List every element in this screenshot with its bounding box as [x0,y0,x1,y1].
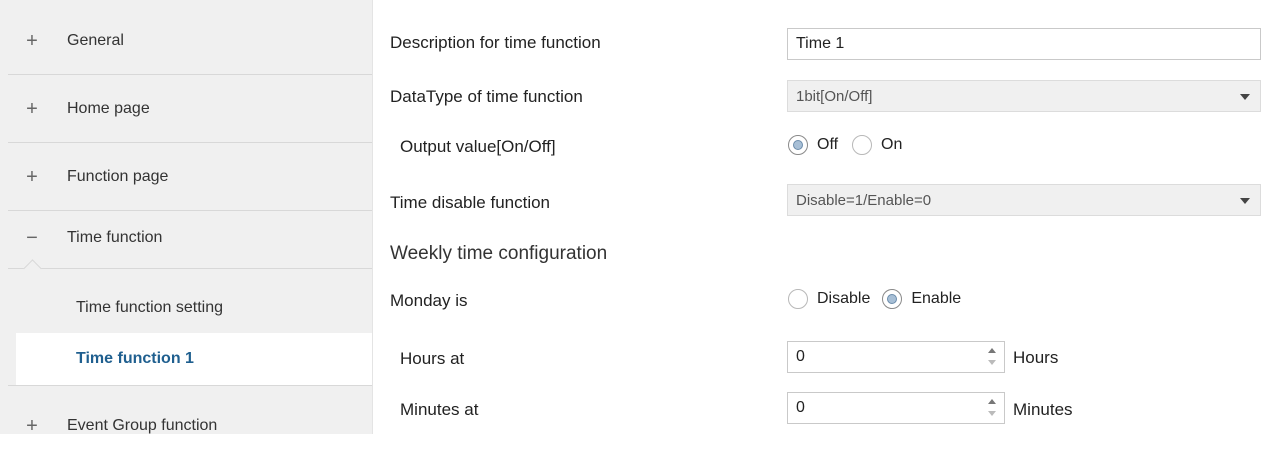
sidebar-subitem-time-function-1[interactable]: Time function 1 [16,333,372,385]
chevron-down-icon [1240,198,1250,204]
description-label: Description for time function [390,33,601,52]
sidebar-subitem-label: Time function setting [76,299,224,316]
sidebar-item-label: Time function [67,228,163,246]
output-off-radio[interactable]: Off [788,135,838,155]
output-on-radio[interactable]: On [852,135,902,155]
sidebar-item-label: General [67,31,124,49]
expand-icon: + [26,29,38,52]
radio-label: Enable [911,290,962,307]
datatype-value: 1bit[On/Off] [796,87,873,105]
sidebar-item-general[interactable]: + General [0,7,372,74]
radio-label: On [881,136,903,153]
section-title: Weekly time configuration [390,243,608,264]
minutes-value: 0 [796,399,805,416]
sidebar-subitem-label: Time function 1 [76,350,194,367]
sidebar-item-event-group-function[interactable]: + Event Group function [0,392,372,459]
datatype-label: DataType of time function [390,87,583,106]
expand-icon: + [26,97,38,120]
minutes-label: Minutes at [400,400,479,419]
time-disable-label: Time disable function [390,193,551,212]
hours-label: Hours at [400,349,465,368]
output-value-radio-group: Off On [788,135,902,155]
time-disable-value: Disable=1/Enable=0 [796,191,932,209]
expand-icon: + [26,414,38,437]
sidebar-item-label: Function page [67,167,169,185]
hours-value: 0 [796,348,805,365]
radio-label: Disable [817,290,871,307]
sidebar-item-function-page[interactable]: + Function page [0,143,372,210]
hours-unit: Hours [1013,348,1059,367]
radio-unselected-icon [788,289,808,309]
output-value-label: Output value[On/Off] [400,137,556,156]
divider [8,268,372,269]
chevron-down-icon [1240,94,1250,100]
hours-stepper[interactable]: 0 [787,341,1005,373]
monday-radio-group: Disable Enable [788,289,961,309]
time-disable-select[interactable]: Disable=1/Enable=0 [787,184,1261,216]
radio-label: Off [817,136,839,153]
description-input[interactable]: Time 1 [787,28,1261,60]
spinner-arrows-icon[interactable] [986,345,998,369]
radio-unselected-icon [852,135,873,155]
sidebar-subitem-time-function-setting[interactable]: Time function setting [0,282,372,334]
sidebar: + General + Home page + Function page − … [0,0,372,436]
minutes-unit: Minutes [1013,400,1073,419]
radio-selected-icon [788,135,808,155]
spinner-arrows-icon[interactable] [986,396,998,420]
sidebar-item-label: Event Group function [67,416,218,434]
monday-label: Monday is [390,291,468,310]
divider [8,385,372,386]
monday-enable-radio[interactable]: Enable [882,289,961,309]
sidebar-item-home-page[interactable]: + Home page [0,75,372,142]
sidebar-item-label: Home page [67,99,150,117]
collapse-icon: − [26,226,38,249]
radio-selected-icon [882,289,903,309]
monday-disable-radio[interactable]: Disable [788,289,870,309]
minutes-stepper[interactable]: 0 [787,392,1005,424]
expand-icon: + [26,165,38,188]
datatype-select[interactable]: 1bit[On/Off] [787,80,1261,112]
description-value: Time 1 [796,35,845,52]
parameter-panel: Description for time function Time 1 Dat… [373,0,1271,434]
sidebar-item-time-function[interactable]: − Time function [0,204,372,271]
